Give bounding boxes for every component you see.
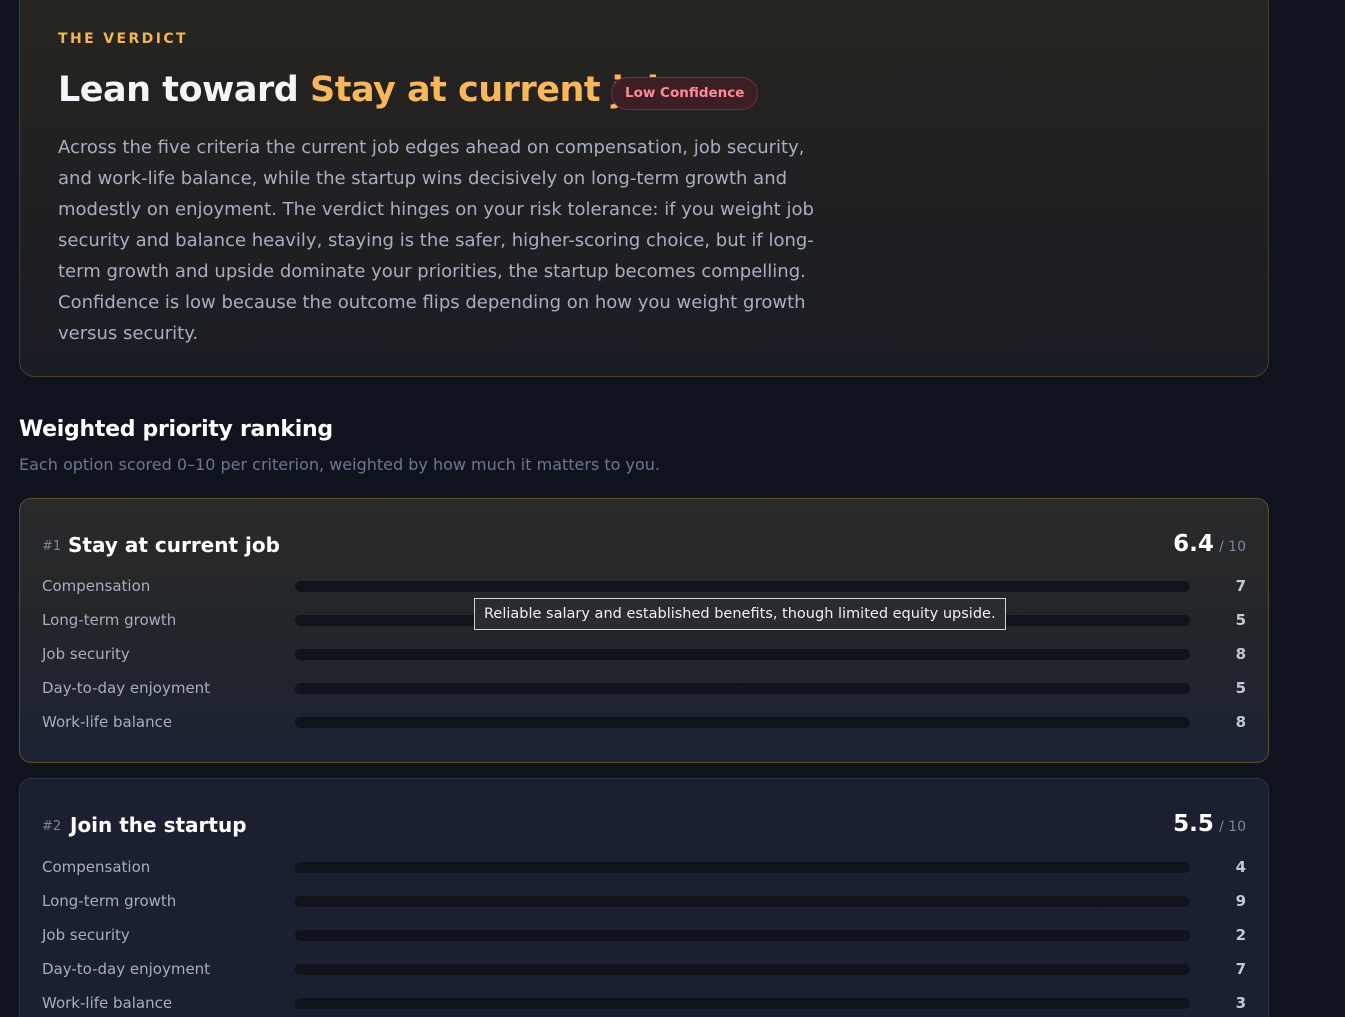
criterion-bar-track[interactable]	[295, 896, 1190, 907]
verdict-eyebrow: THE VERDICT	[58, 31, 188, 47]
ranking-subtitle: Each option scored 0–10 per criterion, w…	[19, 455, 661, 474]
option-header: #1 Stay at current job 6.4 / 10	[42, 527, 1246, 557]
option-score-value: 6.4	[1173, 531, 1214, 557]
option-score: 5.5 / 10	[1173, 811, 1246, 837]
criterion-label: Job security	[42, 645, 130, 663]
option-name: Stay at current job	[68, 533, 280, 557]
criterion-score: 7	[1235, 577, 1246, 595]
criterion-row[interactable]: Work-life balance 3	[42, 992, 1246, 1014]
criterion-label: Work-life balance	[42, 713, 173, 731]
criterion-row[interactable]: Job security 2	[42, 924, 1246, 946]
criterion-bar-fill	[295, 717, 1011, 728]
criterion-bar-track[interactable]	[295, 683, 1190, 694]
criterion-bar-track[interactable]	[295, 930, 1190, 941]
criterion-score: 8	[1235, 713, 1246, 731]
criterion-bar-track[interactable]	[295, 862, 1190, 873]
criterion-row[interactable]: Long-term growth 9	[42, 890, 1246, 912]
criterion-bar-track[interactable]	[295, 998, 1190, 1009]
criterion-bar-fill	[295, 964, 922, 975]
criterion-bar-track[interactable]	[295, 717, 1190, 728]
criterion-bar-fill	[295, 930, 474, 941]
option-rank: #1	[42, 539, 62, 554]
criterion-bar-fill	[295, 998, 564, 1009]
page: THE VERDICT Lean toward Stay at current …	[0, 0, 1345, 1017]
option-score-denominator: / 10	[1219, 539, 1246, 555]
criterion-bar-track[interactable]	[295, 581, 1190, 592]
option-score-denominator: / 10	[1219, 819, 1246, 835]
criterion-bar-track[interactable]	[295, 649, 1190, 660]
criterion-row[interactable]: Day-to-day enjoyment 5	[42, 677, 1246, 699]
criterion-bar-fill	[295, 896, 1101, 907]
option-name: Join the startup	[70, 813, 247, 837]
criterion-label: Day-to-day enjoyment	[42, 960, 211, 978]
verdict-card: THE VERDICT Lean toward Stay at current …	[19, 0, 1269, 377]
option-score-value: 5.5	[1173, 811, 1214, 837]
option-header: #2 Join the startup 5.5 / 10	[42, 807, 1246, 837]
criterion-tooltip: Reliable salary and established benefits…	[474, 598, 1006, 630]
confidence-badge: Low Confidence	[611, 77, 759, 110]
criterion-label: Work-life balance	[42, 994, 173, 1012]
option-card: #1 Stay at current job 6.4 / 10 Compensa…	[19, 498, 1269, 763]
ranking-title: Weighted priority ranking	[19, 417, 333, 442]
criterion-score: 2	[1235, 926, 1246, 944]
criterion-label: Long-term growth	[42, 892, 177, 910]
verdict-headline: Lean toward Stay at current job	[58, 65, 672, 115]
criterion-row[interactable]: Job security 8	[42, 643, 1246, 665]
criterion-score: 3	[1235, 994, 1246, 1012]
criterion-score: 5	[1235, 679, 1246, 697]
criterion-bar-track[interactable]	[295, 964, 1190, 975]
criterion-label: Job security	[42, 926, 130, 944]
criterion-label: Compensation	[42, 858, 151, 876]
criterion-row[interactable]: Compensation 4	[42, 856, 1246, 878]
criterion-row[interactable]: Work-life balance 8	[42, 711, 1246, 733]
criterion-score: 5	[1235, 611, 1246, 629]
criterion-bar-fill	[295, 649, 1011, 660]
verdict-summary: Across the five criteria the current job…	[58, 137, 814, 344]
option-rank: #2	[42, 819, 62, 834]
criterion-score: 7	[1235, 960, 1246, 978]
criterion-score: 4	[1235, 858, 1246, 876]
criterion-score: 9	[1235, 892, 1246, 910]
verdict-headline-prefix: Lean toward	[58, 70, 310, 110]
criterion-score: 8	[1235, 645, 1246, 663]
criterion-label: Compensation	[42, 577, 151, 595]
criterion-bar-fill	[295, 862, 653, 873]
criterion-row[interactable]: Compensation 7	[42, 575, 1246, 597]
option-card: #2 Join the startup 5.5 / 10 Compensatio…	[19, 778, 1269, 1017]
criterion-row[interactable]: Day-to-day enjoyment 7	[42, 958, 1246, 980]
criterion-bar-fill	[295, 581, 922, 592]
option-score: 6.4 / 10	[1173, 531, 1246, 557]
criterion-label: Day-to-day enjoyment	[42, 679, 211, 697]
criterion-bar-fill	[295, 683, 743, 694]
criterion-label: Long-term growth	[42, 611, 177, 629]
